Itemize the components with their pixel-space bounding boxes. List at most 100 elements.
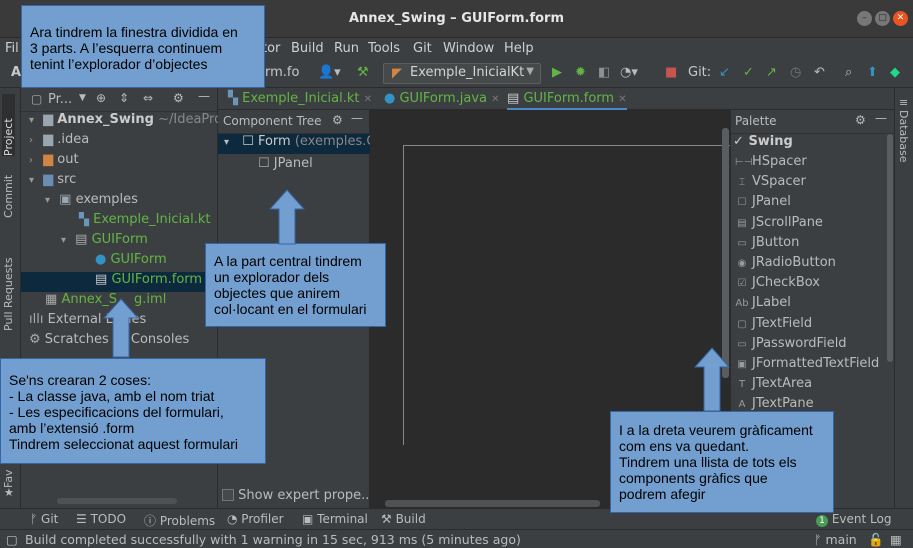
profile-icon[interactable]: ◔▾	[620, 65, 638, 80]
tool-event-log[interactable]: 1 Event Log	[816, 512, 891, 527]
status-panel-icon[interactable]: ▢	[6, 532, 18, 547]
tool-profiler[interactable]: ◔ Profiler	[227, 512, 284, 526]
palette-item-jformattedtextfield[interactable]: ▣ JFormattedTextField	[731, 356, 895, 376]
minimize-icon[interactable]: –	[857, 11, 872, 26]
tree-item-project-root[interactable]: ▾ ▆ Annex_Swing ~/IdeaProjec	[21, 112, 218, 132]
menu-window[interactable]: Window	[443, 41, 494, 56]
component-icon: ☑	[737, 278, 747, 290]
project-scrollbar[interactable]	[57, 498, 177, 504]
palette-item-jradiobutton[interactable]: ◉ JRadioButton	[731, 255, 895, 275]
tree-item-exemples[interactable]: ▾ ▣ exemples	[21, 192, 218, 212]
lock-icon[interactable]: 🔓	[868, 532, 884, 548]
gear-icon[interactable]: ⚙	[173, 91, 184, 105]
history-icon[interactable]: ◷	[790, 65, 801, 80]
git-commit-icon[interactable]: ✓	[743, 65, 754, 80]
component-jpanel[interactable]: ☐ JPanel	[218, 156, 370, 176]
palette-item-jtextarea[interactable]: T JTextArea	[731, 376, 895, 396]
tree-item-guiform-class[interactable]: ● GUIForm	[21, 252, 218, 272]
project-view-select[interactable]: Pr...	[48, 92, 72, 107]
hide-icon[interactable]: —	[198, 89, 210, 103]
close-icon[interactable]: ✕	[618, 94, 626, 105]
target-icon[interactable]: ⊕	[96, 91, 106, 105]
component-label: Form	[257, 134, 291, 149]
palette-item-vspacer[interactable]: ⌶ VSpacer	[731, 174, 895, 194]
tab-database[interactable]: Database	[897, 110, 910, 163]
close-icon[interactable]: ✕	[364, 94, 372, 105]
jetbrains-icon[interactable]: ◆	[890, 65, 900, 80]
tool-build[interactable]: ⚒ Build	[381, 512, 426, 526]
tool-git[interactable]: ᚠ Git	[30, 512, 58, 526]
debug-icon[interactable]: ✹	[575, 65, 586, 80]
tree-item-guiform-form[interactable]: ▤ GUIForm.form	[21, 272, 218, 292]
tool-problems[interactable]: ⓘ Problems	[144, 512, 215, 529]
close-icon[interactable]: ✕	[491, 94, 499, 105]
memory-icon[interactable]: ▦	[890, 532, 902, 547]
palette-item-jbutton[interactable]: ▭ JButton	[731, 235, 895, 255]
hammer-icon[interactable]: ⚒	[357, 65, 369, 80]
menu-build[interactable]: Build	[291, 41, 324, 56]
palette-item-jtextfield[interactable]: ▢ JTextField	[731, 316, 895, 336]
check-icon: ✓	[733, 134, 744, 149]
gear-icon[interactable]: ⚙	[855, 113, 866, 127]
run-icon[interactable]: ▶	[552, 65, 562, 80]
tree-item-exemple-inicial[interactable]: ▚ Exemple_Inicial.kt	[21, 212, 218, 232]
menu-help[interactable]: Help	[504, 41, 534, 56]
component-icon: ☐	[737, 197, 747, 209]
breadcrumb-file[interactable]: rm.fo	[265, 65, 299, 80]
expand-all-icon[interactable]: ⇕	[119, 91, 129, 105]
palette-item-jpanel[interactable]: ☐ JPanel	[731, 194, 895, 214]
stop-icon[interactable]: ■	[665, 65, 677, 80]
database-icon[interactable]: ≡	[899, 96, 908, 109]
gear-icon[interactable]: ⚙	[332, 113, 343, 127]
menu-tools[interactable]: Tools	[368, 41, 400, 56]
coverage-icon[interactable]: ◧	[598, 65, 610, 80]
hide-icon[interactable]: —	[351, 111, 363, 125]
search-icon[interactable]: ⌕	[845, 65, 852, 80]
tab-guiform-java[interactable]: ● GUIForm.java ✕	[384, 91, 500, 106]
collapse-all-icon[interactable]: ⇔	[143, 91, 153, 105]
component-form[interactable]: ▾ ☐ Form (exemples.G	[218, 134, 370, 154]
palette-item-jcheckbox[interactable]: ☑ JCheckBox	[731, 275, 895, 295]
status-message[interactable]: Build completed successfully with 1 warn…	[25, 532, 521, 547]
checkbox[interactable]	[222, 489, 234, 501]
maximize-icon[interactable]: □	[875, 11, 890, 26]
tool-todo[interactable]: ☰ TODO	[76, 512, 126, 526]
run-config-select[interactable]: ◤ Exemple_InicialKt ▼	[383, 63, 541, 84]
palette-item-hspacer[interactable]: ⊢⊣HSpacer	[731, 154, 895, 174]
palette-item-jscrollpane[interactable]: ▤ JScrollPane	[731, 215, 895, 235]
palette-group-swing[interactable]: ✓ Swing	[731, 134, 895, 154]
git-update-icon[interactable]: ↙	[719, 65, 730, 80]
menu-file[interactable]: Fil	[5, 41, 19, 56]
tool-terminal[interactable]: ▣ Terminal	[302, 512, 368, 526]
rollback-icon[interactable]: ↶	[814, 65, 825, 80]
tab-guiform-form[interactable]: ▤ GUIForm.form ✕	[507, 91, 627, 110]
update-icon[interactable]: ⬆	[867, 65, 878, 80]
canvas-hscrollbar[interactable]	[385, 500, 600, 507]
tab-exemple-inicial[interactable]: ▚ Exemple_Inicial.kt ✕	[228, 91, 372, 106]
user-icon[interactable]: 👤▾	[318, 65, 341, 80]
git-branch[interactable]: ᚠ main	[814, 532, 857, 547]
star-icon[interactable]: ★	[4, 486, 14, 499]
breadcrumb-project[interactable]: A	[11, 65, 21, 80]
palette-item-jlabel[interactable]: Ab JLabel	[731, 295, 895, 315]
tab-project[interactable]: Project	[2, 94, 15, 156]
tree-item-src[interactable]: ▾ ▆ src	[21, 172, 218, 192]
palette-scrollbar[interactable]	[887, 134, 893, 362]
tab-favorites[interactable]: Fav	[2, 460, 15, 488]
hide-icon[interactable]: —	[875, 111, 887, 125]
menu-run[interactable]: Run	[334, 41, 359, 56]
form-outline[interactable]	[403, 145, 733, 445]
git-push-icon[interactable]: ↗	[766, 65, 777, 80]
tab-commit[interactable]: Commit	[2, 166, 15, 218]
show-expert-properties[interactable]: Show expert prope...	[222, 488, 374, 503]
tree-item-out[interactable]: › ▆ out	[21, 152, 218, 172]
close-icon[interactable]: ✕	[893, 11, 908, 26]
palette-item-jpasswordfield[interactable]: ▭ JPasswordField	[731, 336, 895, 356]
tab-pull-requests[interactable]: Pull Requests	[2, 236, 15, 331]
canvas-scrollbar[interactable]	[722, 128, 729, 378]
tree-item-guiform-group[interactable]: ▾ ▤ GUIForm	[21, 232, 218, 252]
callout-line: objectes que anirem	[214, 285, 341, 301]
chevron-down-icon[interactable]: ▼	[79, 93, 86, 103]
tree-item-idea[interactable]: › ▆ .idea	[21, 132, 218, 152]
menu-git[interactable]: Git	[413, 41, 432, 56]
